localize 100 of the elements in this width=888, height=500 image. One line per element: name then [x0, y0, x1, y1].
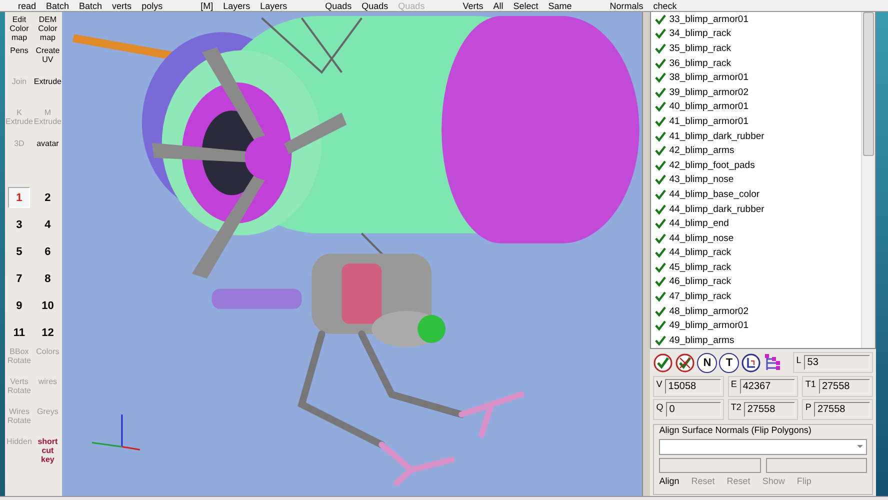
group-title: Align Surface Normals (Flip Polygons): [659, 425, 812, 436]
object-name[interactable]: 44_blimp_base_color: [669, 188, 760, 200]
layer-button[interactable]: 3: [8, 214, 30, 235]
dropdown[interactable]: [659, 439, 868, 455]
field-label: V: [656, 379, 662, 389]
checkmark-icon[interactable]: [655, 306, 666, 317]
checkmark-icon[interactable]: [655, 160, 666, 171]
checkmark-icon[interactable]: [655, 218, 666, 230]
checkmark-icon[interactable]: [655, 14, 666, 25]
layer-button[interactable]: 10: [36, 295, 59, 316]
layer-button[interactable]: 11: [8, 322, 30, 343]
checkmark-icon[interactable]: [655, 130, 666, 142]
object-name[interactable]: 47_blimp_rack: [669, 291, 732, 302]
object-name[interactable]: 35_blimp_rack: [669, 42, 732, 54]
count-field: 42367: [740, 379, 796, 394]
checkmark-icon[interactable]: [655, 291, 666, 302]
checkmark-icon[interactable]: [655, 116, 666, 127]
object-name[interactable]: 40_blimp_armor01: [669, 101, 748, 112]
tool-button[interactable]: DEM Color map: [33, 15, 62, 43]
uncheck-all-icon[interactable]: [675, 352, 696, 372]
object-name[interactable]: 48_blimp_armor02: [669, 306, 748, 317]
object-name[interactable]: 44_blimp_end: [669, 218, 729, 230]
tool-button[interactable]: Pens: [5, 46, 34, 74]
checkmark-icon[interactable]: [655, 42, 666, 54]
toolbar-button[interactable]: Batch: [46, 1, 70, 11]
layer-button[interactable]: 8: [36, 268, 59, 289]
object-name[interactable]: 44_blimp_nose: [669, 232, 734, 244]
layer-button[interactable]: 5: [8, 241, 30, 262]
checkmark-icon[interactable]: [655, 204, 666, 215]
object-name[interactable]: 41_blimp_armor01: [669, 116, 748, 127]
letter-button[interactable]: N: [697, 352, 718, 372]
layer-button[interactable]: 7: [8, 268, 30, 289]
layer-button[interactable]: 1: [8, 187, 30, 208]
checkmark-icon[interactable]: [655, 188, 666, 200]
object-name[interactable]: 43_blimp_nose: [669, 174, 734, 186]
checkmark-icon[interactable]: [655, 58, 666, 69]
object-name[interactable]: 42_blimp_arms: [669, 145, 734, 156]
tool-button[interactable]: Edit Color map: [5, 15, 34, 43]
checkmark-icon[interactable]: [655, 145, 666, 156]
letter-button[interactable]: T: [719, 352, 740, 372]
tool-button[interactable]: short cut key: [33, 437, 62, 465]
checkmark-icon[interactable]: [655, 28, 666, 40]
toolbar-button[interactable]: Layers: [223, 1, 250, 11]
toolbar-button[interactable]: Quads: [362, 1, 388, 11]
object-name[interactable]: 49_blimp_arms: [669, 334, 734, 346]
tool-button[interactable]: Extrude: [33, 77, 62, 105]
scrollbar[interactable]: [861, 12, 876, 348]
toolbar-button[interactable]: Verts: [462, 1, 484, 11]
input-field[interactable]: [766, 458, 868, 473]
toolbar-button[interactable]: check: [653, 1, 677, 11]
checkmark-icon[interactable]: [655, 101, 666, 112]
checkmark-icon[interactable]: [655, 72, 666, 84]
object-name[interactable]: 49_blimp_armor01: [669, 320, 748, 332]
layer-button[interactable]: 6: [36, 241, 59, 262]
checkmark-icon[interactable]: [655, 334, 666, 346]
toolbar-button[interactable]: Quads: [325, 1, 352, 11]
toolbar-button[interactable]: Layers: [260, 1, 288, 11]
object-name[interactable]: 33_blimp_armor01: [669, 14, 748, 25]
checkmark-icon[interactable]: [655, 86, 666, 98]
count-field: 27558: [818, 379, 870, 394]
checkmark-icon[interactable]: [655, 232, 666, 244]
layer-button[interactable]: 12: [36, 322, 59, 343]
object-name[interactable]: 42_blimp_foot_pads: [669, 160, 755, 171]
check-all-icon[interactable]: [653, 352, 674, 372]
object-name[interactable]: 46_blimp_rack: [669, 276, 732, 288]
tool-button[interactable]: avatar: [33, 139, 62, 167]
panel-button[interactable]: Align: [659, 476, 680, 486]
axis-icon: [92, 414, 140, 450]
toolbar-button[interactable]: read: [18, 1, 36, 11]
toolbar-button[interactable]: [M]: [200, 1, 214, 11]
field-label: L: [796, 355, 802, 365]
count-field: 53: [804, 355, 870, 370]
scroll-thumb[interactable]: [863, 12, 874, 156]
field-label: T2: [730, 402, 742, 412]
toolbar-button[interactable]: verts: [112, 1, 132, 11]
checkmark-icon[interactable]: [655, 262, 666, 273]
layer-button[interactable]: 4: [36, 214, 59, 235]
toolbar-button[interactable]: All: [493, 1, 504, 11]
checkmark-icon[interactable]: [655, 247, 666, 258]
checkmark-icon[interactable]: [655, 174, 666, 186]
object-name[interactable]: 34_blimp_rack: [669, 28, 732, 40]
count-field: 0: [666, 402, 721, 417]
toolbar-button[interactable]: Normals: [610, 1, 644, 11]
checkmark-icon[interactable]: [655, 320, 666, 332]
checkmark-icon[interactable]: [655, 276, 666, 288]
tool-button[interactable]: Create UV: [33, 46, 62, 74]
layer-button[interactable]: 9: [8, 295, 30, 316]
object-name[interactable]: 44_blimp_rack: [669, 247, 732, 258]
object-name[interactable]: 45_blimp_rack: [669, 262, 732, 273]
toolbar-button[interactable]: polys: [142, 1, 163, 11]
toolbar-button[interactable]: Same: [548, 1, 572, 11]
object-name[interactable]: 41_blimp_dark_rubber: [669, 130, 764, 142]
object-name[interactable]: 39_blimp_armor02: [669, 86, 748, 98]
object-name[interactable]: 44_blimp_dark_rubber: [669, 204, 764, 215]
object-name[interactable]: 36_blimp_rack: [669, 58, 732, 69]
input-field[interactable]: [659, 458, 761, 473]
object-name[interactable]: 38_blimp_armor01: [669, 72, 748, 84]
toolbar-button[interactable]: Batch: [79, 1, 102, 11]
layer-button[interactable]: 2: [36, 187, 59, 208]
toolbar-button[interactable]: Select: [513, 1, 538, 11]
